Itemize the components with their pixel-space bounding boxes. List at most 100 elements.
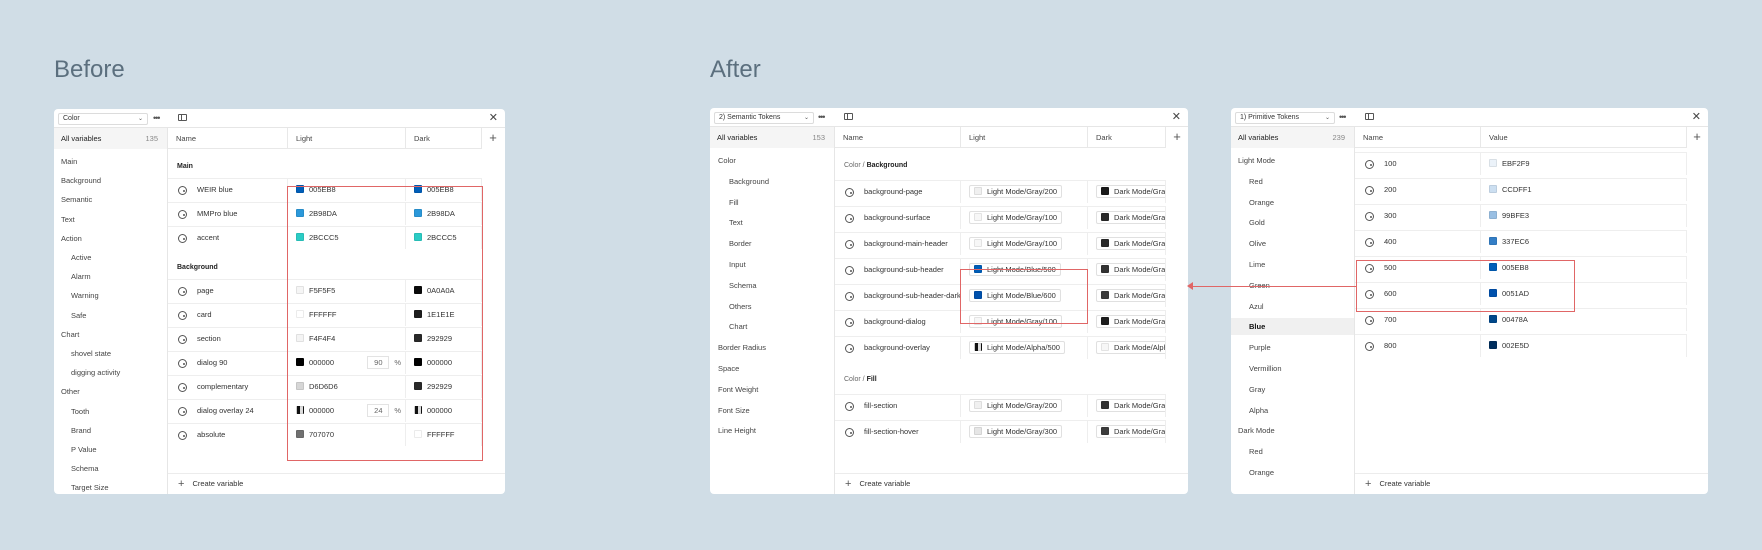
sidebar-item-tooth[interactable]: Tooth: [54, 403, 167, 420]
close-icon[interactable]: ✕: [1172, 110, 1181, 124]
variable-row[interactable]: WEIR blue 005EB8 005EB8: [168, 178, 482, 201]
sidebar-item-digging-activity[interactable]: digging activity: [54, 364, 167, 381]
dark-value-cell[interactable]: Dark Mode/Gray/200: [1088, 395, 1166, 417]
variable-name-cell[interactable]: background-main-header: [835, 233, 961, 255]
value-cell[interactable]: 005EB8: [1481, 257, 1687, 279]
column-header-dark[interactable]: Dark: [406, 128, 482, 149]
sidebar-item-border[interactable]: Border: [710, 235, 834, 252]
variable-name-cell[interactable]: background-sub-header-dark: [835, 285, 961, 307]
dark-value-cell[interactable]: FFFFFF: [406, 424, 482, 446]
dark-value-cell[interactable]: Dark Mode/Gray/100: [1088, 207, 1166, 229]
variable-row[interactable]: dialog 90 000000 90% 000000: [168, 351, 482, 374]
column-header-light[interactable]: Light: [961, 127, 1088, 148]
sidebar-item-font-weight[interactable]: Font Weight: [710, 381, 834, 398]
collection-dropdown[interactable]: 2) Semantic Tokens ⌄: [714, 112, 814, 124]
variable-name-cell[interactable]: section: [168, 328, 288, 350]
variable-row[interactable]: background-page Light Mode/Gray/200 Dark M…: [835, 180, 1166, 203]
sidebar-item-purple[interactable]: Purple: [1231, 339, 1354, 356]
light-value-cell[interactable]: F5F5F5: [288, 280, 406, 302]
variable-name-cell[interactable]: page: [168, 280, 288, 302]
create-variable-button[interactable]: + Create variable: [835, 473, 1188, 494]
dark-value-cell[interactable]: Dark Mode/Gray/100: [1088, 233, 1166, 255]
variable-name-cell[interactable]: fill-section-hover: [835, 421, 961, 443]
variable-name-cell[interactable]: WEIR blue: [168, 179, 288, 201]
sidebar-item-lime[interactable]: Lime: [1231, 256, 1354, 273]
variable-name-cell[interactable]: complementary: [168, 376, 288, 398]
variable-name-cell[interactable]: absolute: [168, 424, 288, 446]
sidebar-item-gray[interactable]: Gray: [1231, 381, 1354, 398]
sidebar-item-brand[interactable]: Brand: [54, 422, 167, 439]
light-value-cell[interactable]: Light Mode/Blue/500: [961, 259, 1088, 281]
more-options-icon[interactable]: •••: [153, 113, 161, 123]
variable-row[interactable]: background-main-header Light Mode/Gray/10…: [835, 232, 1166, 255]
variable-row[interactable]: 300 99BFE3: [1355, 204, 1687, 227]
all-variables-item[interactable]: All variables 135: [54, 128, 167, 149]
dark-value-cell[interactable]: 292929: [406, 376, 482, 398]
variable-name-cell[interactable]: 400: [1355, 231, 1481, 253]
sidebar-item-alarm[interactable]: Alarm: [54, 268, 167, 285]
sidebar-item-gold[interactable]: Gold: [1231, 214, 1354, 231]
value-cell[interactable]: 002E5D: [1481, 335, 1687, 357]
dark-value-cell[interactable]: Dark Mode/Gray/200: [1088, 181, 1166, 203]
light-value-cell[interactable]: Light Mode/Gray/300: [961, 421, 1088, 443]
dark-value-cell[interactable]: 2B98DA: [406, 203, 482, 225]
sidebar-item-text[interactable]: Text: [710, 214, 834, 231]
sidebar-item-dark-mode[interactable]: Dark Mode: [1231, 422, 1354, 439]
sidebar-item-blue[interactable]: Blue: [1231, 318, 1354, 336]
close-icon[interactable]: ✕: [1692, 110, 1701, 124]
collection-dropdown[interactable]: Color ⌄: [58, 113, 148, 125]
dark-value-cell[interactable]: 2BCCC5: [406, 227, 482, 249]
variable-row[interactable]: card FFFFFF 1E1E1E: [168, 303, 482, 326]
variable-name-cell[interactable]: background-dialog: [835, 311, 961, 333]
dark-value-cell[interactable]: 000000: [406, 400, 482, 422]
sidebar-item-background[interactable]: Background: [710, 173, 834, 190]
sidebar-item-main[interactable]: Main: [54, 153, 167, 170]
sidebar-item-light-mode[interactable]: Light Mode: [1231, 152, 1354, 169]
variable-row[interactable]: accent 2BCCC5 2BCCC5: [168, 226, 482, 249]
value-cell[interactable]: CCDFF1: [1481, 179, 1687, 201]
variable-row[interactable]: 500 005EB8: [1355, 256, 1687, 279]
sidebar-item-schema[interactable]: Schema: [54, 460, 167, 477]
sidebar-item-target-size[interactable]: Target Size: [54, 479, 167, 494]
opacity-field[interactable]: 90%: [367, 352, 401, 374]
variable-name-cell[interactable]: 100: [1355, 153, 1481, 175]
variable-row[interactable]: page F5F5F5 0A0A0A: [168, 279, 482, 302]
sidebar-item-azul[interactable]: Azul: [1231, 298, 1354, 315]
sidebar-item-color[interactable]: Color: [710, 152, 834, 169]
variable-name-cell[interactable]: 700: [1355, 309, 1481, 331]
sidebar-item-orange[interactable]: Orange: [1231, 464, 1354, 481]
variable-row[interactable]: dialog overlay 24 000000 24% 000000: [168, 399, 482, 422]
variable-name-cell[interactable]: 600: [1355, 283, 1481, 305]
variable-row[interactable]: 700 00478A: [1355, 308, 1687, 331]
sidebar-item-font-size[interactable]: Font Size: [710, 402, 834, 419]
dark-value-cell[interactable]: 000000: [406, 352, 482, 374]
add-mode-icon[interactable]: +: [482, 128, 504, 149]
dark-value-cell[interactable]: Dark Mode/Gray/100: [1088, 311, 1166, 333]
sidebar-toggle-icon[interactable]: [178, 114, 187, 121]
sidebar-item-semantic[interactable]: Semantic: [54, 191, 167, 208]
light-value-cell[interactable]: Light Mode/Gray/200: [961, 395, 1088, 417]
dark-value-cell[interactable]: Dark Mode/Gray/300: [1088, 421, 1166, 443]
variable-name-cell[interactable]: 500: [1355, 257, 1481, 279]
variable-name-cell[interactable]: background-surface: [835, 207, 961, 229]
variable-name-cell[interactable]: background-page: [835, 181, 961, 203]
sidebar-item-p-value[interactable]: P Value: [54, 441, 167, 458]
sidebar-item-shovel-state[interactable]: shovel state: [54, 345, 167, 362]
sidebar-item-warning[interactable]: Warning: [54, 287, 167, 304]
more-options-icon[interactable]: •••: [818, 112, 826, 122]
light-value-cell[interactable]: Light Mode/Gray/100: [961, 207, 1088, 229]
sidebar-item-vermillion[interactable]: Vermillion: [1231, 360, 1354, 377]
create-variable-button[interactable]: + Create variable: [1355, 473, 1708, 494]
sidebar-item-background[interactable]: Background: [54, 172, 167, 189]
dark-value-cell[interactable]: 005EB8: [406, 179, 482, 201]
column-header-light[interactable]: Light: [288, 128, 406, 149]
variable-row[interactable]: background-surface Light Mode/Gray/100 Dar…: [835, 206, 1166, 229]
dark-value-cell[interactable]: 1E1E1E: [406, 304, 482, 326]
sidebar-item-schema[interactable]: Schema: [710, 277, 834, 294]
variable-name-cell[interactable]: fill-section: [835, 395, 961, 417]
variable-row[interactable]: 400 337EC6: [1355, 230, 1687, 253]
sidebar-item-olive[interactable]: Olive: [1231, 235, 1354, 252]
variable-row[interactable]: background-sub-header Light Mode/Blue/500…: [835, 258, 1166, 281]
light-value-cell[interactable]: Light Mode/Gray/200: [961, 181, 1088, 203]
sidebar-item-fill[interactable]: Fill: [710, 194, 834, 211]
